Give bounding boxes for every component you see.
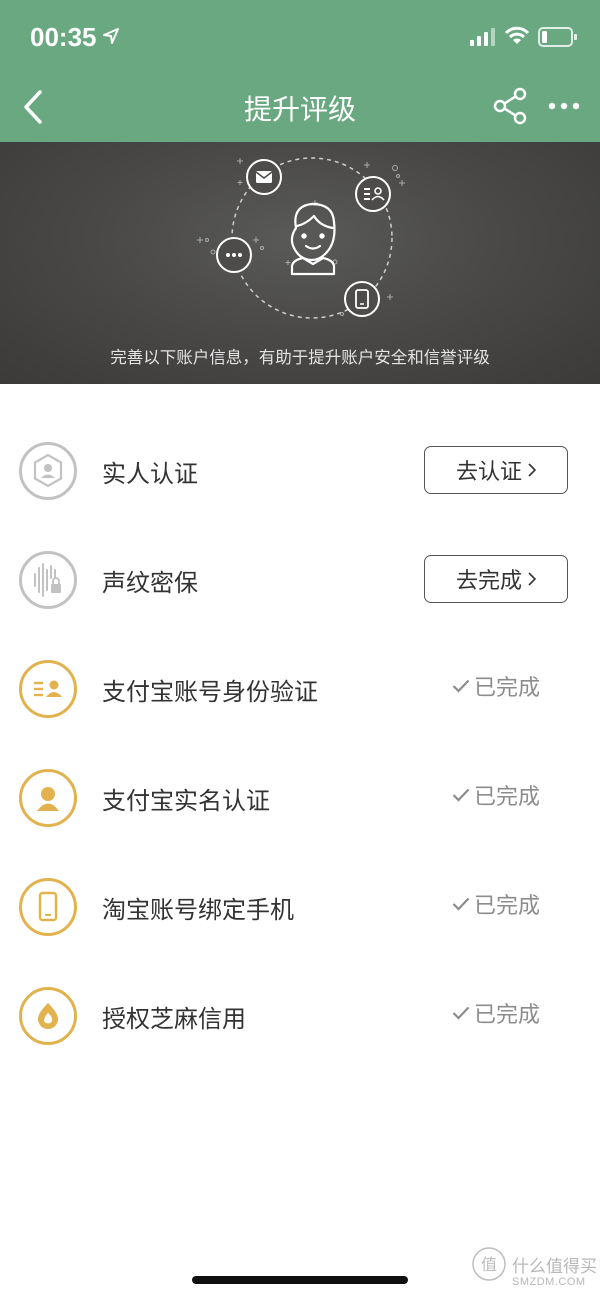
phone-icon bbox=[344, 281, 380, 317]
home-indicator[interactable] bbox=[192, 1276, 408, 1284]
completed-status: 已完成 bbox=[452, 670, 540, 702]
more-icon bbox=[216, 237, 252, 273]
list-item-taobao-phone: 淘宝账号绑定手机 已完成 bbox=[0, 852, 600, 960]
person-icon bbox=[19, 769, 77, 827]
sesame-icon bbox=[19, 987, 77, 1045]
list-item-alipay-identity: 支付宝账号身份验证 已完成 bbox=[0, 634, 600, 742]
completed-status: 已完成 bbox=[452, 997, 540, 1029]
item-label: 授权芝麻信用 bbox=[102, 1005, 246, 1033]
chevron-right-icon bbox=[528, 463, 536, 477]
id-card-icon bbox=[19, 660, 77, 718]
item-label: 淘宝账号绑定手机 bbox=[102, 896, 294, 924]
completed-status: 已完成 bbox=[452, 779, 540, 811]
item-label: 支付宝账号身份验证 bbox=[102, 678, 318, 706]
completed-label: 已完成 bbox=[474, 894, 541, 919]
phone-icon bbox=[19, 878, 77, 936]
hero-caption: 完善以下账户信息，有助于提升账户安全和信誉评级 bbox=[110, 348, 490, 367]
hero-banner: 完善以下账户信息，有助于提升账户安全和信誉评级 bbox=[0, 142, 600, 384]
item-label: 支付宝实名认证 bbox=[102, 787, 270, 815]
share-icon[interactable] bbox=[492, 87, 528, 125]
chevron-right-icon bbox=[528, 572, 536, 586]
checkmark-icon bbox=[452, 1006, 470, 1020]
mail-icon bbox=[246, 159, 282, 195]
list-item-sesame-credit: 授权芝麻信用 已完成 bbox=[0, 961, 600, 1069]
status-bar: 00:35 bbox=[0, 0, 600, 72]
completed-label: 已完成 bbox=[474, 676, 541, 701]
nav-bar: 提升评级 bbox=[0, 72, 600, 142]
svg-text:值: 值 bbox=[481, 1255, 497, 1274]
location-arrow-icon bbox=[103, 28, 119, 44]
list-item-voiceprint: 声纹密保 去完成 bbox=[0, 525, 600, 633]
status-time: 00:35 bbox=[30, 22, 97, 52]
signal-icon bbox=[470, 28, 495, 46]
checkmark-icon bbox=[452, 897, 470, 911]
voiceprint-icon bbox=[19, 551, 77, 609]
completed-label: 已完成 bbox=[474, 785, 541, 810]
go-complete-button[interactable]: 去完成 bbox=[424, 555, 568, 603]
completed-label: 已完成 bbox=[474, 1003, 541, 1028]
more-icon[interactable] bbox=[546, 94, 582, 118]
watermark-logo-icon: 值 bbox=[472, 1247, 506, 1281]
list-item-alipay-realname: 支付宝实名认证 已完成 bbox=[0, 743, 600, 851]
checkmark-icon bbox=[452, 679, 470, 693]
checkmark-icon bbox=[452, 788, 470, 802]
watermark-subtitle: SMZDM.COM bbox=[512, 1276, 586, 1288]
battery-icon bbox=[538, 27, 577, 47]
item-label: 声纹密保 bbox=[102, 569, 198, 597]
wifi-icon bbox=[504, 26, 530, 44]
list-item-face-verify: 实人认证 去认证 bbox=[0, 416, 600, 524]
completed-status: 已完成 bbox=[452, 888, 540, 920]
id-card-icon bbox=[355, 176, 391, 212]
button-label: 去完成 bbox=[455, 569, 522, 594]
face-scan-icon bbox=[19, 442, 77, 500]
user-avatar-icon bbox=[290, 202, 336, 276]
button-label: 去认证 bbox=[455, 460, 522, 485]
watermark-title: 什么值得买 bbox=[512, 1257, 597, 1277]
go-verify-button[interactable]: 去认证 bbox=[424, 446, 568, 494]
item-label: 实人认证 bbox=[102, 460, 198, 488]
